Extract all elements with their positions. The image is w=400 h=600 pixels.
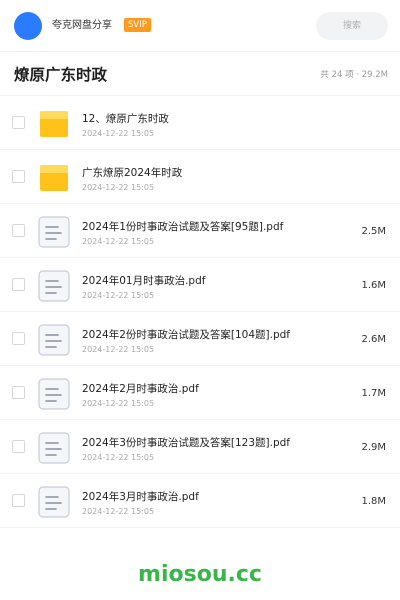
file-row[interactable]: 2024年1份时事政治试题及答案[95题].pdf 2024-12-22 15:0… bbox=[0, 204, 400, 258]
avatar[interactable] bbox=[14, 12, 42, 40]
header: 夸克网盘分享 SVIP bbox=[0, 0, 400, 52]
file-row[interactable]: 广东燎原2024年时政 2024-12-22 15:05 bbox=[0, 150, 400, 204]
file-date: 2024-12-22 15:05 bbox=[82, 345, 155, 354]
document-icon bbox=[38, 324, 70, 356]
file-date: 2024-12-22 15:05 bbox=[82, 291, 155, 300]
file-date: 2024-12-22 15:05 bbox=[82, 129, 155, 138]
file-date: 2024-12-22 15:05 bbox=[82, 507, 155, 516]
document-icon bbox=[38, 432, 70, 464]
page-title: 燎原广东时政 bbox=[14, 66, 108, 84]
file-name: 2024年3月时事政治.pdf bbox=[82, 491, 199, 503]
file-row[interactable]: 2024年2份时事政治试题及答案[104题].pdf 2024-12-22 15:… bbox=[0, 312, 400, 366]
file-size: 2.6M bbox=[361, 334, 386, 345]
file-date: 2024-12-22 15:05 bbox=[82, 183, 155, 192]
file-name: 广东燎原2024年时政 bbox=[82, 167, 183, 179]
file-list: 12、燎原广东时政 2024-12-22 15:05 广东燎原2024年时政 2024… bbox=[0, 96, 400, 528]
file-name: 2024年2份时事政治试题及答案[104题].pdf bbox=[82, 329, 290, 341]
file-name: 12、燎原广东时政 bbox=[82, 113, 169, 125]
row-checkbox[interactable] bbox=[12, 116, 25, 129]
row-checkbox[interactable] bbox=[12, 386, 25, 399]
file-name: 2024年01月时事政治.pdf bbox=[82, 275, 206, 287]
svip-badge: SVIP bbox=[124, 18, 151, 32]
document-icon bbox=[38, 270, 70, 302]
folder-icon bbox=[38, 108, 70, 140]
file-row[interactable]: 2024年2月时事政治.pdf 2024-12-22 15:05 1.7M bbox=[0, 366, 400, 420]
file-size: 2.5M bbox=[361, 226, 386, 237]
row-checkbox[interactable] bbox=[12, 278, 25, 291]
row-checkbox[interactable] bbox=[12, 494, 25, 507]
file-date: 2024-12-22 15:05 bbox=[82, 399, 155, 408]
footer: miosou.cc bbox=[0, 548, 400, 600]
file-name: 2024年2月时事政治.pdf bbox=[82, 383, 199, 395]
folder-summary: 共 24 项 · 29.2M bbox=[320, 70, 388, 80]
file-date: 2024-12-22 15:05 bbox=[82, 453, 155, 462]
row-checkbox[interactable] bbox=[12, 440, 25, 453]
document-icon bbox=[38, 486, 70, 518]
search-input[interactable] bbox=[316, 12, 388, 40]
document-icon bbox=[38, 216, 70, 248]
file-row[interactable]: 2024年3月时事政治.pdf 2024-12-22 15:05 1.8M bbox=[0, 474, 400, 528]
file-row[interactable]: 2024年01月时事政治.pdf 2024-12-22 15:05 1.6M bbox=[0, 258, 400, 312]
row-checkbox[interactable] bbox=[12, 170, 25, 183]
file-row[interactable]: 2024年3份时事政治试题及答案[123题].pdf 2024-12-22 15:… bbox=[0, 420, 400, 474]
file-name: 2024年3份时事政治试题及答案[123题].pdf bbox=[82, 437, 290, 449]
row-checkbox[interactable] bbox=[12, 332, 25, 345]
row-checkbox[interactable] bbox=[12, 224, 25, 237]
file-size: 1.8M bbox=[361, 496, 386, 507]
brand-watermark: miosou.cc bbox=[138, 562, 262, 587]
file-row[interactable]: 12、燎原广东时政 2024-12-22 15:05 bbox=[0, 96, 400, 150]
file-size: 1.7M bbox=[361, 388, 386, 399]
document-icon bbox=[38, 378, 70, 410]
file-date: 2024-12-22 15:05 bbox=[82, 237, 155, 246]
folder-title-bar: 燎原广东时政 共 24 项 · 29.2M bbox=[0, 52, 400, 96]
folder-icon bbox=[38, 162, 70, 194]
file-size: 1.6M bbox=[361, 280, 386, 291]
file-name: 2024年1份时事政治试题及答案[95题].pdf bbox=[82, 221, 284, 233]
file-size: 2.9M bbox=[361, 442, 386, 453]
username: 夸克网盘分享 bbox=[52, 20, 112, 31]
